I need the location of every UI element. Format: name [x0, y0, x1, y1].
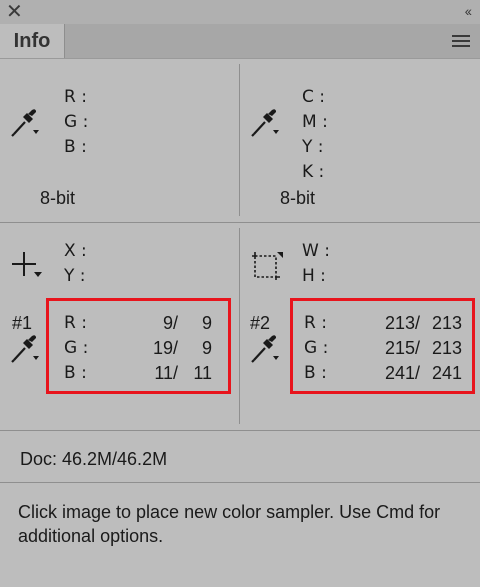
sampler1-b-after: 11 — [193, 363, 212, 383]
panel-top-bar: ✕ ‹‹ — [0, 0, 480, 24]
crosshair-icon — [12, 252, 42, 277]
sampler2-r-before: 213/ — [384, 313, 420, 333]
sampler1-g-before: 19/ — [152, 338, 178, 358]
size-label-w: W : — [302, 241, 330, 261]
rgb-label-b: B : — [64, 137, 87, 157]
eyedropper-icon[interactable] — [10, 108, 42, 138]
sampler1-g-after: 9 — [201, 338, 212, 358]
section-divider — [0, 482, 480, 483]
sampler2-id: #2 — [250, 313, 271, 333]
size-label-h: H : — [302, 266, 326, 286]
cmyk-label-c: C : — [302, 87, 326, 107]
sampler2-label-r: R : — [304, 313, 327, 333]
tab-info[interactable]: Info — [0, 24, 65, 58]
close-icon[interactable]: ✕ — [6, 2, 23, 22]
section-divider — [0, 430, 480, 431]
rgb-label-r: R : — [64, 87, 87, 107]
sampler1-r-before: 9/ — [162, 313, 178, 333]
sampler1-b-before: 11/ — [154, 363, 178, 383]
position-label-y: Y : — [64, 266, 86, 286]
doc-size-info: Doc: 46.2M/46.2M — [20, 449, 168, 469]
sampler1-id: #1 — [12, 313, 33, 333]
sampler2-label-g: G : — [304, 338, 329, 358]
section-divider — [0, 222, 480, 223]
sampler2-label-b: B : — [304, 363, 327, 383]
rgb-label-g: G : — [64, 112, 89, 132]
sampler2-b-before: 241/ — [384, 363, 420, 383]
sampler1-r-after: 9 — [201, 313, 212, 333]
eyedropper-icon[interactable] — [250, 334, 282, 364]
sampler1-label-r: R : — [64, 313, 87, 333]
hamburger-menu-icon[interactable] — [452, 35, 470, 47]
cmyk-label-y: Y : — [302, 137, 324, 157]
rgb-bit-depth: 8-bit — [40, 188, 76, 208]
column-divider — [239, 64, 240, 216]
cmyk-label-k: K : — [302, 162, 325, 182]
cmyk-bit-depth: 8-bit — [280, 188, 316, 208]
double-chevron-left-icon[interactable]: ‹‹ — [465, 3, 472, 19]
tab-bar: Info — [0, 24, 480, 59]
sampler2-b-after: 241 — [431, 363, 462, 383]
sampler2-g-before: 215/ — [384, 338, 420, 358]
status-hint-text: Click image to place new color sampler. … — [18, 502, 441, 546]
sampler1-label-g: G : — [64, 338, 89, 358]
position-label-x: X : — [64, 241, 87, 261]
sampler2-r-after: 213 — [431, 313, 462, 333]
sampler1-label-b: B : — [64, 363, 87, 383]
sampler2-g-after: 213 — [431, 338, 462, 358]
eyedropper-icon[interactable] — [250, 108, 282, 138]
selection-size-icon — [252, 252, 283, 280]
column-divider — [239, 228, 240, 424]
eyedropper-icon[interactable] — [10, 334, 42, 364]
cmyk-label-m: M : — [302, 112, 328, 132]
